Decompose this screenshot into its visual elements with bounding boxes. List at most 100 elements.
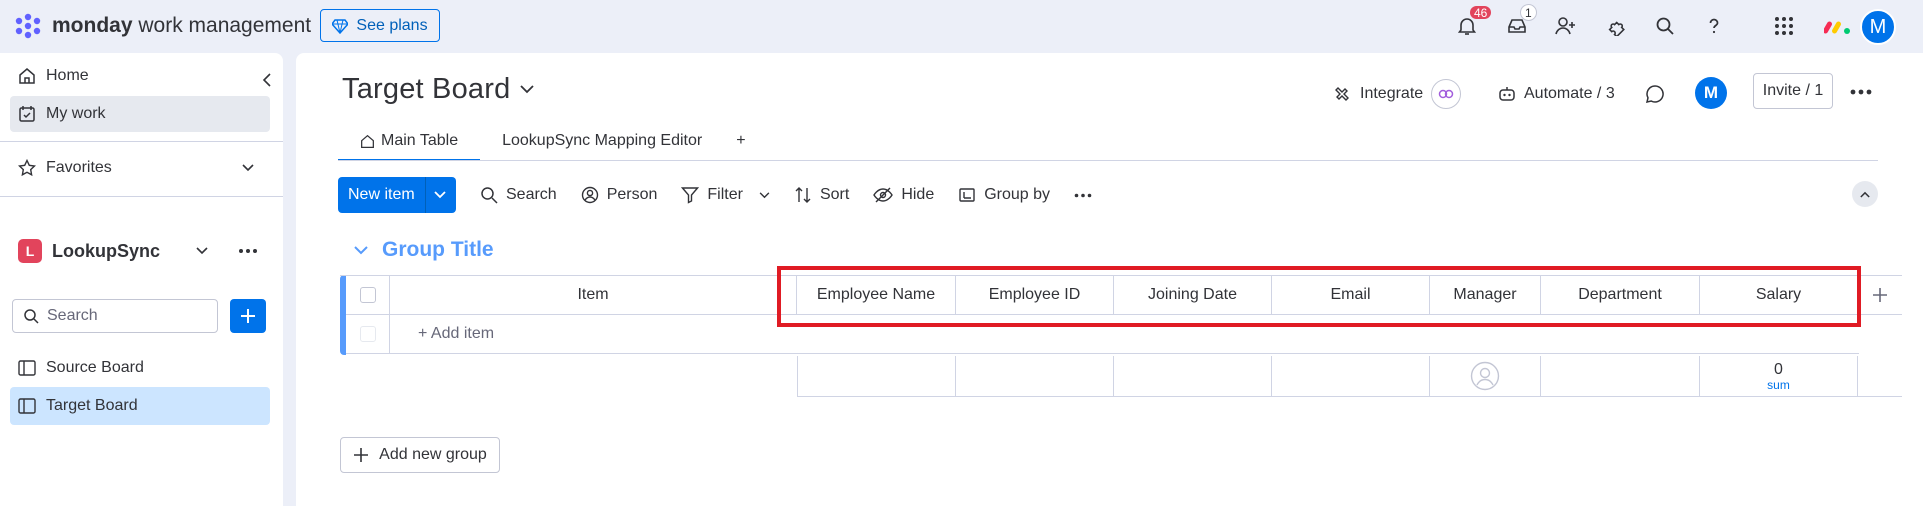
notifications-button[interactable]: 46: [1450, 4, 1494, 42]
column-header-manager[interactable]: Manager: [1430, 276, 1541, 315]
add-view-button[interactable]: +: [724, 123, 757, 159]
sidebar-item-target-board[interactable]: Target Board: [10, 387, 270, 425]
tab-label: LookupSync Mapping Editor: [502, 132, 703, 149]
summary-cell: [797, 356, 956, 397]
column-header-employee-name[interactable]: Employee Name: [797, 276, 956, 315]
collapse-sidebar-button[interactable]: [256, 69, 278, 91]
board-more-button[interactable]: [1846, 79, 1876, 105]
filter-button[interactable]: Filter: [669, 177, 782, 213]
sidebar-item-label: Home: [46, 67, 89, 84]
integrate-button[interactable]: Integrate: [1332, 77, 1462, 111]
help-icon: [1704, 16, 1724, 36]
brand-name-bold: monday: [52, 14, 133, 37]
collapse-header-button[interactable]: [1852, 181, 1878, 207]
see-plans-button[interactable]: See plans: [320, 9, 440, 42]
add-board-button[interactable]: [230, 299, 266, 333]
integrations-apps-button[interactable]: [1599, 10, 1633, 42]
integrate-icon: [1332, 84, 1352, 104]
column-header-employee-id[interactable]: Employee ID: [956, 276, 1114, 315]
brand-name-rest: work management: [132, 14, 312, 37]
tab-main-table[interactable]: Main Table: [338, 123, 481, 161]
chevron-down-icon[interactable]: [759, 191, 770, 199]
summary-cell: [1272, 356, 1430, 397]
apps-menu-button[interactable]: [1767, 10, 1801, 42]
select-all-checkbox[interactable]: [359, 287, 376, 303]
add-column-button[interactable]: [1858, 276, 1902, 315]
select-all-cell[interactable]: [346, 276, 390, 315]
invite-button[interactable]: Invite / 1: [1753, 73, 1833, 109]
invite-members-button[interactable]: [1549, 10, 1583, 42]
column-header-salary[interactable]: Salary: [1700, 276, 1858, 315]
group-header[interactable]: Group Title: [354, 238, 494, 262]
monday-dots-icon: [12, 12, 44, 40]
plus-icon: [353, 447, 369, 463]
monday-logo[interactable]: monday work management: [12, 12, 311, 40]
sidebar-item-source-board[interactable]: Source Board: [10, 350, 270, 386]
group-by-button[interactable]: Group by: [946, 177, 1062, 213]
chevron-down-icon: [242, 164, 254, 172]
manager-summary-cell: [1430, 356, 1541, 397]
new-item-dropdown[interactable]: [424, 177, 455, 213]
search-button[interactable]: Search: [468, 177, 569, 213]
column-header-item[interactable]: Item: [390, 276, 797, 315]
integration-logo-icon: [1431, 79, 1462, 109]
star-icon: [18, 159, 36, 177]
search-icon: [1655, 16, 1675, 36]
workspace-logo: L: [18, 239, 42, 263]
robot-icon: [1498, 85, 1516, 103]
sidebar-item-favorites[interactable]: Favorites: [10, 150, 270, 186]
group-title-text[interactable]: Group Title: [382, 238, 494, 262]
board-title[interactable]: Target Board: [342, 73, 535, 106]
add-item-row: + Add item: [340, 315, 1859, 354]
workspace-name: LookupSync: [52, 240, 161, 261]
search-icon: [23, 308, 39, 324]
sort-button[interactable]: Sort: [782, 177, 861, 213]
search-placeholder: Search: [47, 307, 98, 324]
notifications-badge: 46: [1468, 4, 1494, 21]
inbox-badge: 1: [1520, 4, 1537, 21]
new-item-label[interactable]: New item: [338, 177, 425, 213]
summary-row: 0 sum: [797, 356, 1902, 397]
add-item-input[interactable]: + Add item: [390, 315, 1859, 354]
inbox-button[interactable]: 1: [1500, 4, 1537, 42]
chevron-down-icon[interactable]: [354, 245, 368, 255]
sidebar-search-input[interactable]: Search: [12, 299, 218, 333]
help-button[interactable]: [1697, 10, 1731, 42]
see-plans-label: See plans: [356, 16, 428, 34]
board-icon: [18, 360, 36, 376]
search-icon: [480, 186, 498, 204]
tab-lookupsync-mapping-editor[interactable]: LookupSync Mapping Editor: [480, 123, 724, 159]
apps-grid-icon: [1774, 16, 1794, 36]
hide-columns-button[interactable]: Hide: [861, 177, 946, 213]
new-item-button[interactable]: New item: [338, 177, 456, 213]
more-dots-icon[interactable]: [238, 248, 258, 254]
board-member-avatar[interactable]: M: [1695, 77, 1727, 109]
workspace-selector[interactable]: L LookupSync: [10, 232, 270, 270]
tool-label: Person: [606, 186, 658, 203]
monday-product-icon[interactable]: [1824, 16, 1852, 36]
sidebar-item-label: Favorites: [46, 159, 112, 176]
column-header-department[interactable]: Department: [1541, 276, 1700, 315]
user-avatar[interactable]: M: [1860, 9, 1896, 45]
toolbar-more-button[interactable]: [1062, 177, 1104, 213]
sidebar-item-my-work[interactable]: My work: [10, 96, 270, 132]
sidebar-divider: [0, 196, 283, 197]
tab-label: Main Table: [381, 132, 459, 149]
table-header-row: Item Employee Name Employee ID Joining D…: [340, 275, 1902, 315]
board-icon: [18, 398, 36, 414]
updates-button[interactable]: [1645, 77, 1665, 111]
add-new-group-button[interactable]: Add new group: [340, 437, 500, 473]
person-filter-button[interactable]: Person: [569, 177, 670, 213]
search-everything-button[interactable]: [1648, 10, 1682, 42]
plus-icon: [240, 308, 256, 324]
board-panel: Target Board Integrate Automate / 3 M In…: [296, 53, 1923, 506]
salary-summary-cell[interactable]: 0 sum: [1700, 356, 1858, 397]
automate-button[interactable]: Automate / 3: [1498, 77, 1615, 111]
column-header-email[interactable]: Email: [1272, 276, 1430, 315]
sidebar-item-home[interactable]: Home: [10, 58, 270, 94]
salary-sum-value: 0: [1774, 361, 1783, 378]
top-bar: monday work management See plans 46 1 M: [0, 0, 1923, 53]
chevron-down-icon[interactable]: [196, 247, 208, 255]
column-header-joining-date[interactable]: Joining Date: [1114, 276, 1272, 315]
board-tabs: Main Table LookupSync Mapping Editor +: [338, 123, 758, 161]
